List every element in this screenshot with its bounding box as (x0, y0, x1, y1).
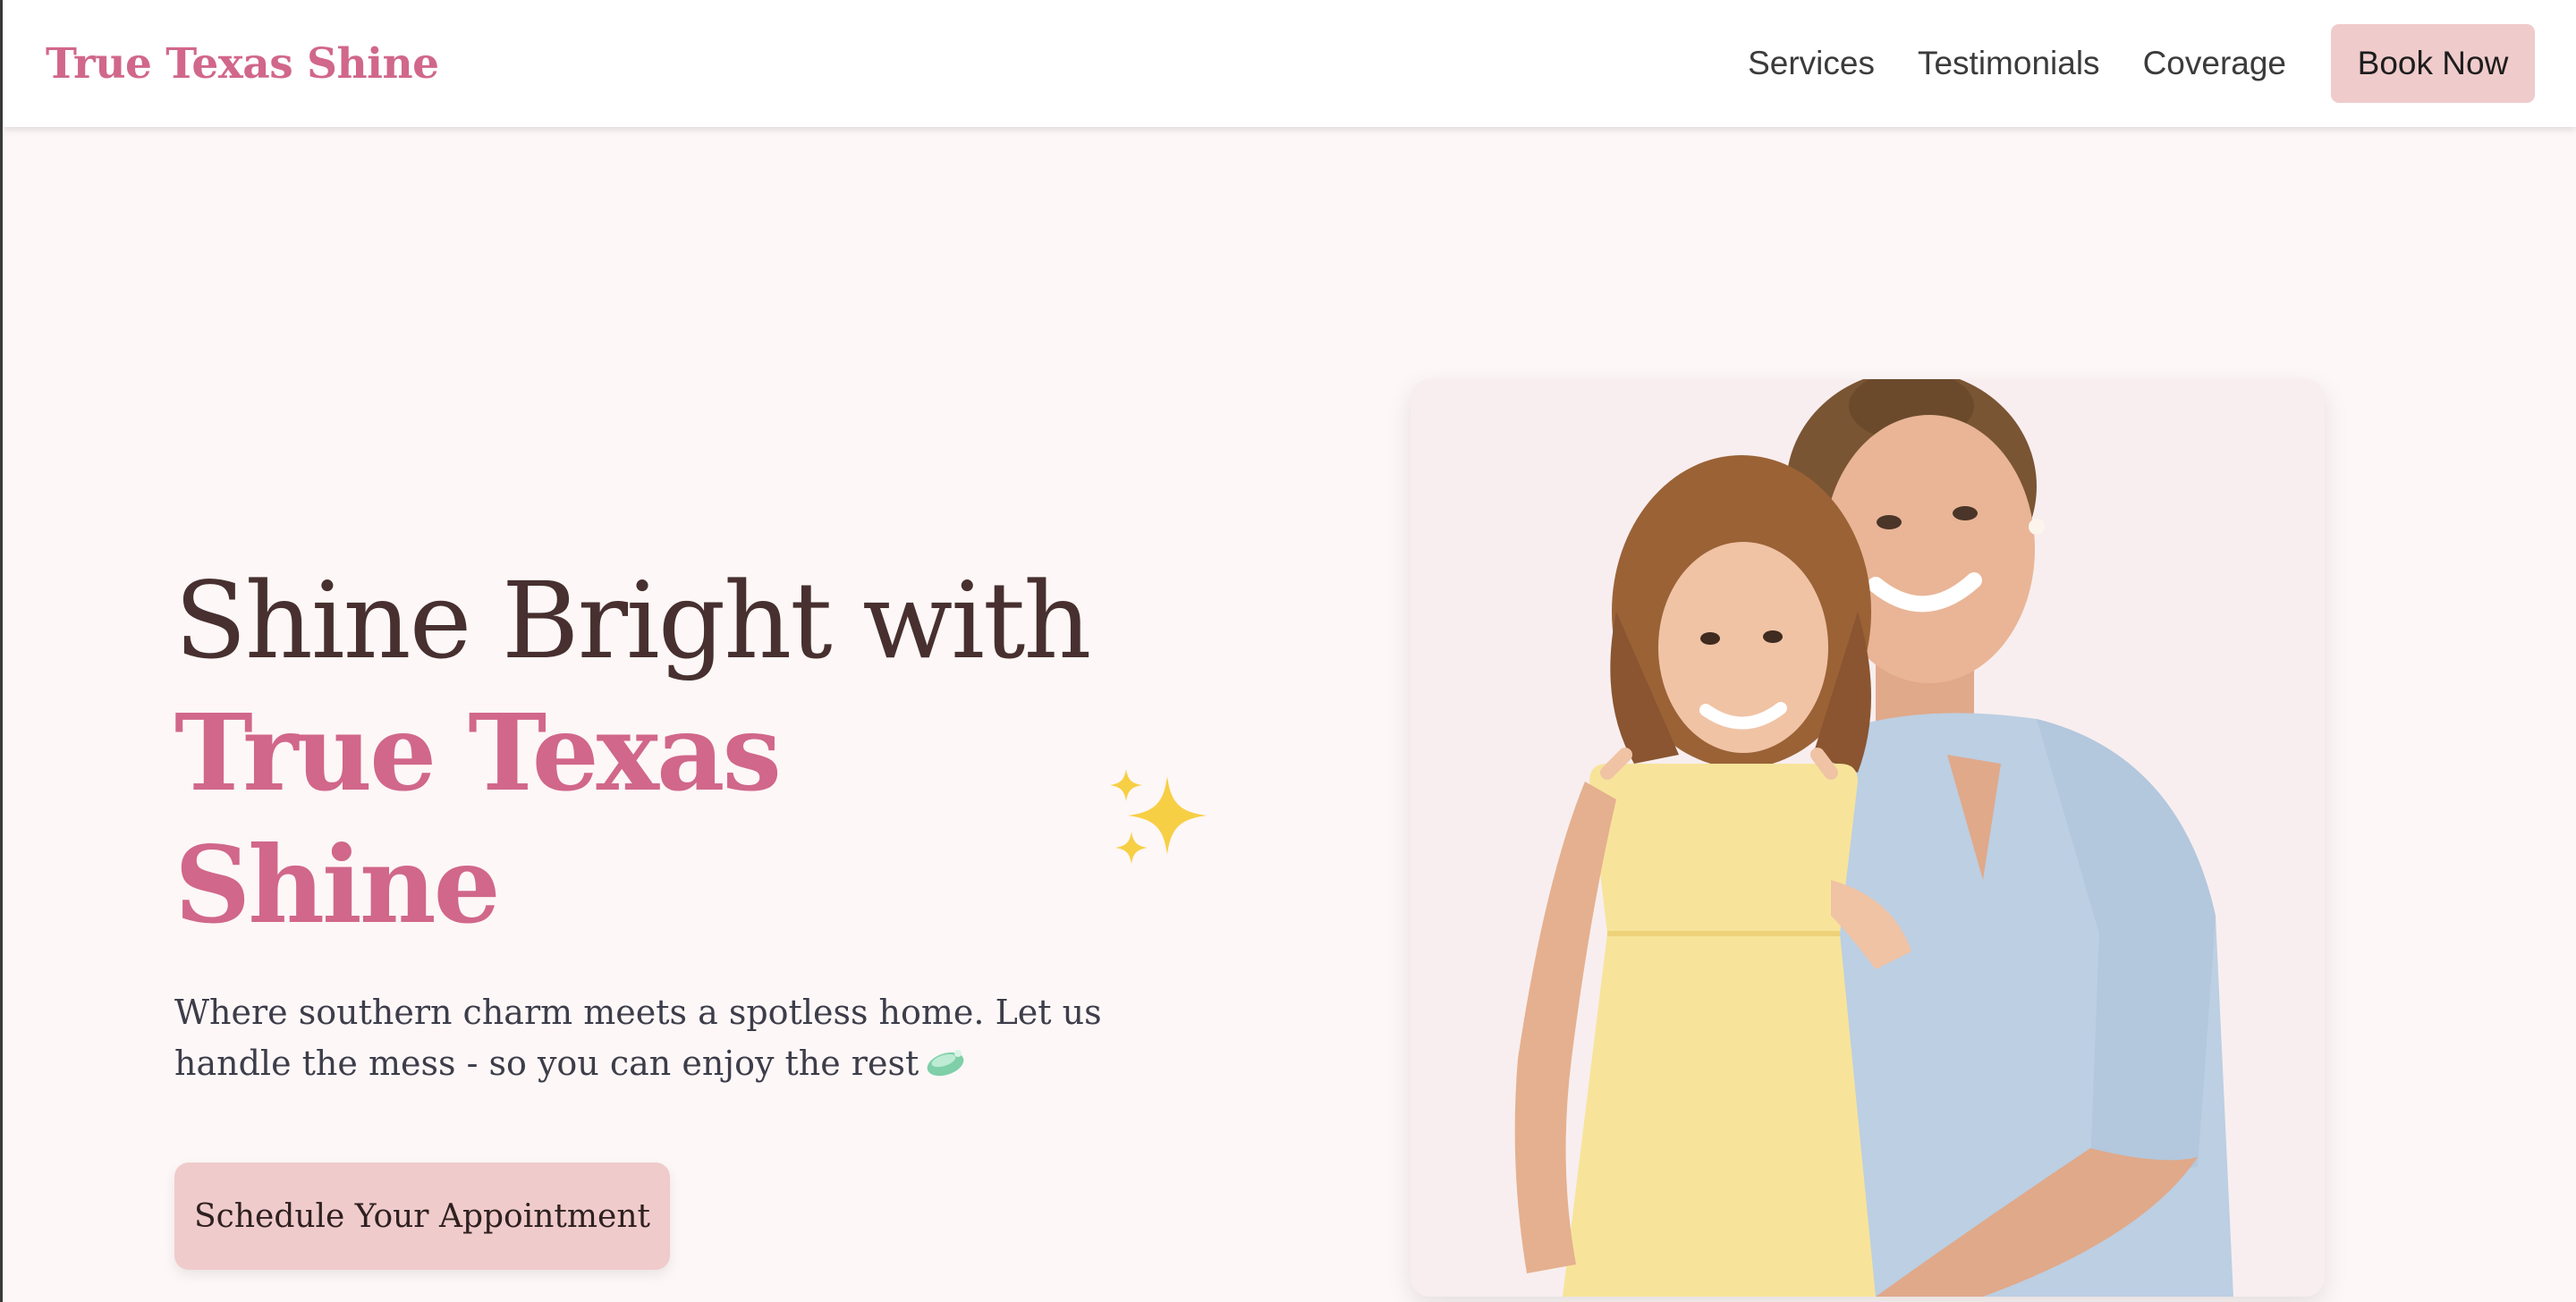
mother-daughter-photo (1411, 379, 2325, 1297)
nav-link-services[interactable]: Services (1748, 45, 1875, 82)
sparkles-icon (1105, 765, 1212, 873)
site-header: True Texas Shine Services Testimonials C… (3, 0, 2576, 127)
soap-icon (924, 1042, 967, 1077)
hero-headline-line2: True Texas Shine (174, 687, 1212, 951)
hero-subtext: Where southern charm meets a spotless ho… (174, 987, 1194, 1089)
schedule-appointment-button[interactable]: Schedule Your Appointment (174, 1162, 670, 1270)
nav-link-testimonials[interactable]: Testimonials (1918, 45, 2100, 82)
hero-headline-brand: True Texas Shine (174, 690, 782, 947)
hero-photo (1411, 379, 2325, 1297)
page: True Texas Shine Services Testimonials C… (0, 0, 2576, 1302)
nav-link-coverage[interactable]: Coverage (2143, 45, 2286, 82)
book-now-button[interactable]: Book Now (2331, 24, 2535, 103)
main-nav: Services Testimonials Coverage Book Now (1748, 24, 2535, 103)
hero-text: Shine Bright with True Texas Shine Where… (174, 554, 1212, 1270)
hero-headline-line1: Shine Bright with (174, 559, 1091, 682)
brand-logo-text[interactable]: True Texas Shine (46, 39, 439, 89)
